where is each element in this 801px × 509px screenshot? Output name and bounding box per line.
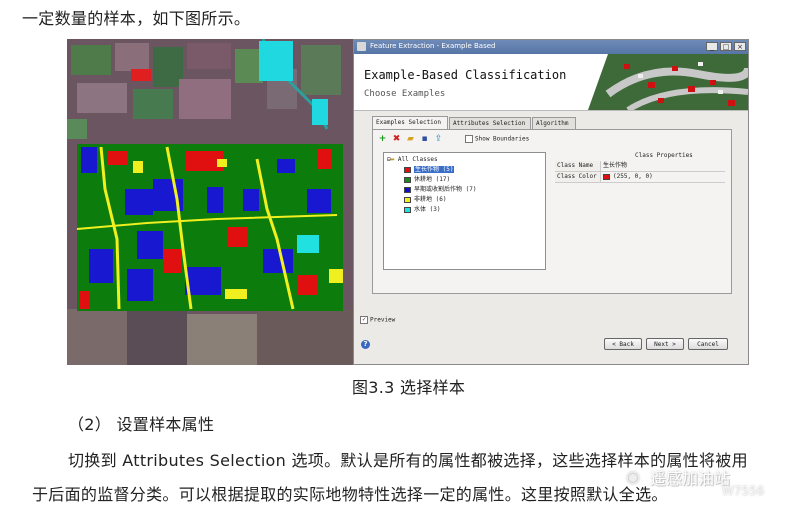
show-boundaries-label: Show Boundaries [475, 135, 530, 143]
paragraph-line-2: 于后面的监督分类。可以根据提取的实际地物特性选择一定的属性。这里按照默认全选。 [32, 485, 668, 504]
next-button[interactable]: Next > [646, 338, 684, 350]
prop-key: Class Name [555, 161, 601, 171]
class-color-swatch [404, 186, 411, 193]
class-properties: Class Properties Class Name 生长作物 Class C… [555, 152, 725, 183]
watermark-title: 遥感加油站 [650, 469, 731, 488]
class-label: 水体 (3) [414, 206, 441, 213]
header-image [588, 54, 748, 110]
show-boundaries-checkbox[interactable]: Show Boundaries [465, 135, 529, 143]
save-icon[interactable]: ▪ [420, 135, 429, 144]
add-class-icon[interactable]: + [378, 135, 387, 144]
color-value: (255, 0, 0) [613, 173, 653, 180]
prop-row-class-name[interactable]: Class Name 生长作物 [555, 161, 725, 172]
folder-icon: ▬ [390, 156, 395, 163]
class-color-swatch [404, 166, 411, 173]
step-heading: （2） 设置样本属性 [68, 415, 215, 434]
title-bar: Feature Extraction - Example Based _ □ × [354, 40, 748, 54]
class-label: 非耕地 (6) [414, 196, 447, 203]
watermark-id: W7556 [722, 484, 765, 498]
preview-label: Preview [370, 316, 396, 324]
delete-class-icon[interactable]: ✖ [392, 135, 401, 144]
prop-value[interactable]: (255, 0, 0) [603, 172, 653, 182]
back-button[interactable]: < Back [604, 338, 642, 350]
open-folder-icon[interactable]: ▰ [406, 135, 415, 144]
tree-class-item[interactable]: 生长作物 (5) [404, 165, 455, 174]
wizard-header: Example-Based Classification Choose Exam… [354, 54, 748, 111]
app-icon [357, 42, 366, 51]
header-title: Example-Based Classification [364, 68, 567, 82]
class-color-swatch [404, 196, 411, 203]
feature-extraction-dialog: Feature Extraction - Example Based _ □ ×… [353, 39, 749, 365]
class-label: 早期或收割后作物 (7) [414, 186, 477, 193]
prop-row-class-color[interactable]: Class Color (255, 0, 0) [555, 172, 725, 183]
figure-classification: Feature Extraction - Example Based _ □ ×… [67, 39, 749, 365]
tab-examples-selection[interactable]: Examples Selection [372, 116, 448, 129]
checkbox-checked[interactable]: ✓ [360, 316, 368, 324]
tree-class-item[interactable]: 早期或收割后作物 (7) [404, 185, 476, 194]
cancel-button[interactable]: Cancel [688, 338, 728, 350]
tree-root-label: All Classes [397, 156, 438, 163]
color-swatch [603, 173, 610, 180]
export-icon[interactable]: ⇪ [434, 135, 443, 144]
checkbox-box[interactable] [465, 135, 473, 143]
class-tree: ⊟▬ All Classes 生长作物 (5) 休耕地 (17) 早期或收割后作… [383, 152, 546, 270]
class-color-swatch [404, 176, 411, 183]
class-label: 休耕地 (17) [414, 176, 451, 183]
help-icon[interactable]: ? [361, 340, 370, 349]
window-title: Feature Extraction - Example Based [370, 42, 496, 50]
properties-header: Class Properties [635, 152, 693, 159]
class-color-swatch [404, 206, 411, 213]
tree-class-item[interactable]: 非耕地 (6) [404, 195, 446, 204]
prop-key: Class Color [555, 172, 601, 182]
prop-value[interactable]: 生长作物 [603, 161, 627, 171]
tree-root[interactable]: ⊟▬ All Classes [387, 155, 438, 164]
wechat-icon: ◉ [626, 467, 640, 486]
tree-class-item[interactable]: 休耕地 (17) [404, 175, 450, 184]
tab-attributes-selection[interactable]: Attributes Selection [449, 117, 531, 129]
header-subtitle: Choose Examples [364, 89, 446, 99]
tab-algorithm[interactable]: Algorithm [532, 117, 576, 129]
satellite-image [67, 39, 353, 365]
class-label: 生长作物 (5) [414, 166, 455, 173]
close-button[interactable]: × [734, 42, 746, 51]
examples-panel: + ✖ ▰ ▪ ⇪ Show Boundaries ⊟▬ All Classes… [372, 129, 732, 294]
tree-class-item[interactable]: 水体 (3) [404, 205, 440, 214]
preview-checkbox[interactable]: ✓ Preview [360, 316, 395, 324]
maximize-button[interactable]: □ [720, 42, 732, 51]
figure-caption: 图3.3 选择样本 [352, 378, 466, 397]
watermark: ◉ 遥感加油站 W7556 [612, 465, 792, 503]
minimize-button[interactable]: _ [706, 42, 718, 51]
intro-text: 一定数量的样本，如下图所示。 [22, 9, 251, 28]
